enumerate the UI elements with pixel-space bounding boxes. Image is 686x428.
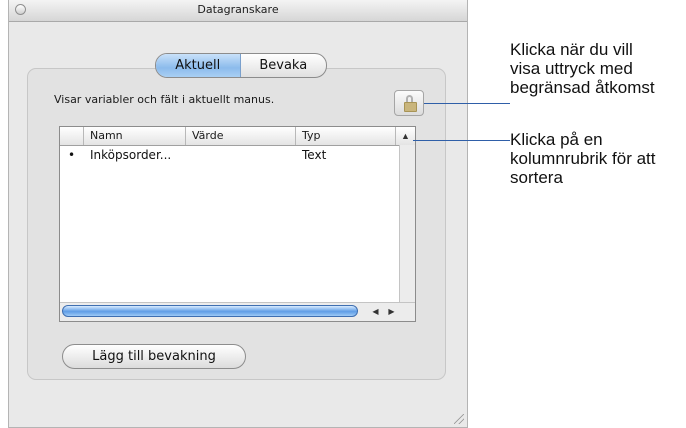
tab-aktuell[interactable]: Aktuell — [156, 54, 241, 77]
callout-lock-text: Klicka när du vill visa uttryck med begr… — [510, 40, 655, 97]
scroll-right-icon[interactable]: ▶ — [385, 305, 398, 318]
view-tabs: Aktuell Bevaka — [155, 53, 327, 78]
resize-grip-icon[interactable] — [454, 414, 464, 424]
add-watch-button[interactable]: Lägg till bevakning — [62, 344, 246, 369]
vertical-scrollbar[interactable] — [399, 145, 415, 303]
window-title: Datagranskare — [197, 3, 279, 16]
table-row[interactable]: • Inköpsorder... Text — [60, 147, 398, 163]
title-bar[interactable]: Datagranskare — [9, 0, 467, 22]
callout-sort-text: Klicka på en kolumnrubrik för att sorter… — [510, 130, 656, 187]
row-bullet: • — [68, 148, 76, 162]
cell-name: Inköpsorder... — [90, 148, 172, 162]
column-header-type[interactable]: Typ — [296, 127, 396, 145]
description-text: Visar variabler och fält i aktuellt manu… — [54, 93, 275, 106]
callout-line-lock — [424, 103, 510, 104]
callout-line-sort — [413, 140, 510, 141]
column-header-name[interactable]: Namn — [84, 127, 186, 145]
column-header-value[interactable]: Värde — [186, 127, 296, 145]
column-header-bullet[interactable] — [60, 127, 84, 145]
lock-icon — [404, 102, 417, 112]
table-header: Namn Värde Typ ▲ — [60, 127, 415, 146]
cell-type: Text — [302, 148, 327, 162]
scroll-thumb[interactable] — [62, 305, 358, 317]
tab-bevaka[interactable]: Bevaka — [241, 54, 327, 77]
scroll-left-icon[interactable]: ◀ — [369, 305, 382, 318]
variables-table: Namn Värde Typ ▲ • Inköpsorder... Text ◀… — [59, 126, 416, 322]
lock-button[interactable] — [394, 90, 424, 116]
sort-indicator-icon[interactable]: ▲ — [396, 127, 415, 145]
horizontal-scrollbar[interactable]: ◀ ▶ — [60, 302, 415, 321]
